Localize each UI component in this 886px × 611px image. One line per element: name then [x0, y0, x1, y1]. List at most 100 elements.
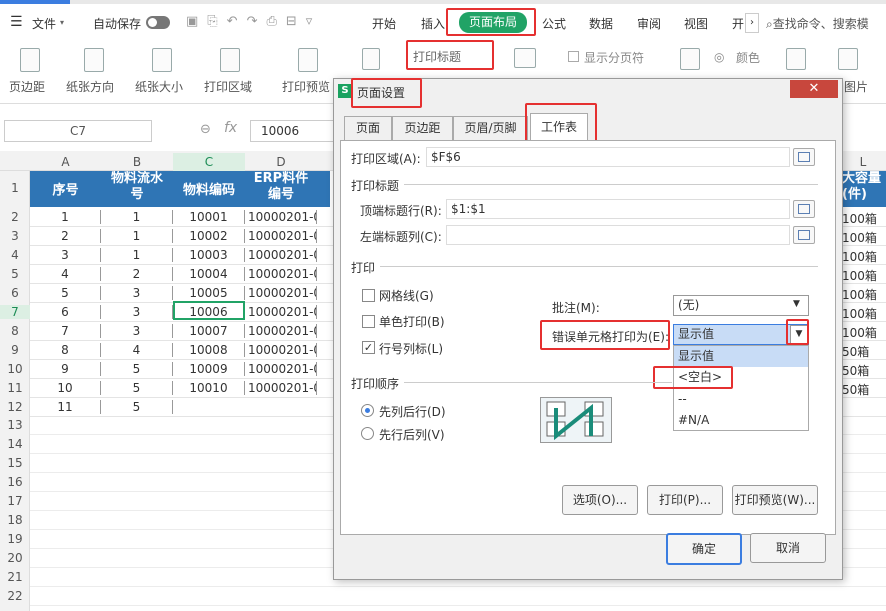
print-area-icon[interactable]	[220, 48, 240, 72]
autosave-toggle[interactable]	[146, 16, 170, 29]
table-cell[interactable]: 10000201-0	[245, 362, 317, 376]
name-box[interactable]: C7	[4, 120, 152, 142]
table-cell[interactable]: 100箱	[840, 286, 886, 303]
table-cell[interactable]: 10002	[173, 229, 245, 243]
table-cell[interactable]: 100箱	[840, 248, 886, 265]
options-button[interactable]: 选项(O)...	[562, 485, 638, 515]
row-header[interactable]: 7	[0, 305, 30, 319]
rowcol-checkbox[interactable]: ✓	[362, 341, 375, 354]
table-cell[interactable]: 10	[30, 381, 101, 395]
size-button[interactable]: 纸张大小	[135, 78, 183, 95]
table-cell[interactable]: 7	[30, 324, 101, 338]
tab-review[interactable]: 审阅	[637, 15, 661, 32]
table-cell[interactable]: 100箱	[840, 210, 886, 227]
table-cell[interactable]: 50箱	[840, 381, 886, 398]
row-header[interactable]: 6	[0, 286, 30, 300]
tab-data[interactable]: 数据	[589, 15, 613, 32]
print-button[interactable]: 打印(P)...	[647, 485, 723, 515]
table-cell[interactable]: 1	[30, 210, 101, 224]
table-cell[interactable]: 100箱	[840, 305, 886, 322]
table-cell[interactable]: 5	[30, 286, 101, 300]
preview-icon[interactable]	[298, 48, 318, 72]
table-cell[interactable]: 3	[101, 305, 173, 319]
table-cell[interactable]: 10004	[173, 267, 245, 281]
tab-page[interactable]: 页面	[344, 116, 392, 140]
table-cell[interactable]: 100箱	[840, 267, 886, 284]
chevron-down-icon[interactable]: ▼	[793, 299, 800, 309]
table-cell[interactable]: 10008	[173, 343, 245, 357]
table-cell[interactable]: 10000201-0	[245, 381, 317, 395]
table-cell[interactable]: 5	[101, 381, 173, 395]
header-cell-a[interactable]: 序号	[30, 179, 101, 198]
over-then-down-radio[interactable]	[361, 427, 374, 440]
row-header[interactable]: 13	[0, 418, 30, 432]
table-cell[interactable]: 10000201-0	[245, 267, 317, 281]
top-rows-input[interactable]: $1:$1	[446, 199, 790, 219]
left-cols-input[interactable]	[446, 225, 790, 245]
tab-view[interactable]: 视图	[684, 15, 708, 32]
formula-input[interactable]: 10006	[250, 120, 340, 142]
table-cell[interactable]: 1	[101, 229, 173, 243]
table-cell[interactable]: 11	[30, 400, 101, 414]
row-header[interactable]: 10	[0, 362, 30, 376]
menu-icon[interactable]: ☰	[10, 14, 23, 30]
col-header-a[interactable]: A	[30, 153, 101, 171]
header-cell-b[interactable]: 物料流水号	[107, 171, 167, 203]
tab-margins[interactable]: 页边距	[392, 116, 453, 140]
row-header[interactable]: 2	[0, 210, 30, 224]
chevron-down-icon[interactable]: ▾	[60, 18, 64, 27]
table-cell[interactable]: 5	[101, 362, 173, 376]
table-cell[interactable]: 100箱	[840, 324, 886, 341]
print-preview-button[interactable]: 打印预览(W)...	[732, 485, 818, 515]
orientation-icon[interactable]	[84, 48, 104, 72]
row-header[interactable]: 18	[0, 513, 30, 527]
pagebreak-checkbox[interactable]	[568, 51, 579, 62]
table-cell[interactable]: 3	[101, 324, 173, 338]
bg-picture-button[interactable]: 图片	[844, 78, 868, 95]
tab-start[interactable]: 开始	[372, 15, 396, 32]
table-cell[interactable]: 4	[30, 267, 101, 281]
row-header[interactable]: 9	[0, 343, 30, 357]
row-header[interactable]: 15	[0, 456, 30, 470]
table-cell[interactable]: 10003	[173, 248, 245, 262]
close-icon[interactable]: ✕	[790, 80, 838, 98]
row-header[interactable]: 8	[0, 324, 30, 338]
selected-cell[interactable]	[173, 301, 245, 320]
size-icon[interactable]	[152, 48, 172, 72]
table-cell[interactable]: 50箱	[840, 362, 886, 379]
row-header[interactable]: 16	[0, 475, 30, 489]
table-cell[interactable]: 10010	[173, 381, 245, 395]
row-header[interactable]: 14	[0, 437, 30, 451]
row-header-1[interactable]: 1	[0, 181, 30, 195]
row-header[interactable]: 20	[0, 551, 30, 565]
table-cell[interactable]: 1	[101, 248, 173, 262]
margin-icon[interactable]	[20, 48, 40, 72]
option-na[interactable]: #N/A	[674, 410, 808, 431]
tab-insert[interactable]: 插入	[421, 15, 445, 32]
row-header[interactable]: 4	[0, 248, 30, 262]
top-rows-picker-icon[interactable]	[793, 200, 815, 218]
col-header-l[interactable]: L	[840, 153, 886, 171]
file-menu[interactable]: 文件	[32, 15, 56, 32]
table-cell[interactable]: 50箱	[840, 343, 886, 360]
print-area-button[interactable]: 打印区域	[204, 78, 252, 95]
table-cell[interactable]: 3	[101, 286, 173, 300]
row-header[interactable]: 19	[0, 532, 30, 546]
header-cell-d[interactable]: ERP料件编号	[248, 171, 314, 203]
table-cell[interactable]: 1	[101, 210, 173, 224]
zoom-icon[interactable]: ⊖	[200, 122, 211, 137]
row-header[interactable]: 17	[0, 494, 30, 508]
table-cell[interactable]: 2	[101, 267, 173, 281]
print-area-picker-icon[interactable]	[793, 148, 815, 166]
table-cell[interactable]: 9	[30, 362, 101, 376]
gridlines-checkbox[interactable]	[362, 289, 375, 302]
row-header[interactable]: 11	[0, 381, 30, 395]
cancel-button[interactable]: 取消	[750, 533, 826, 563]
option-display-value[interactable]: 显示值	[674, 346, 808, 367]
table-cell[interactable]: 10000201-0	[245, 305, 317, 319]
table-cell[interactable]: 4	[101, 343, 173, 357]
chevron-right-icon[interactable]: ›	[745, 13, 759, 33]
table-cell[interactable]: 10000201-0	[245, 286, 317, 300]
option-dashes[interactable]: --	[674, 389, 808, 410]
table-cell[interactable]: 10000201-0	[245, 229, 317, 243]
